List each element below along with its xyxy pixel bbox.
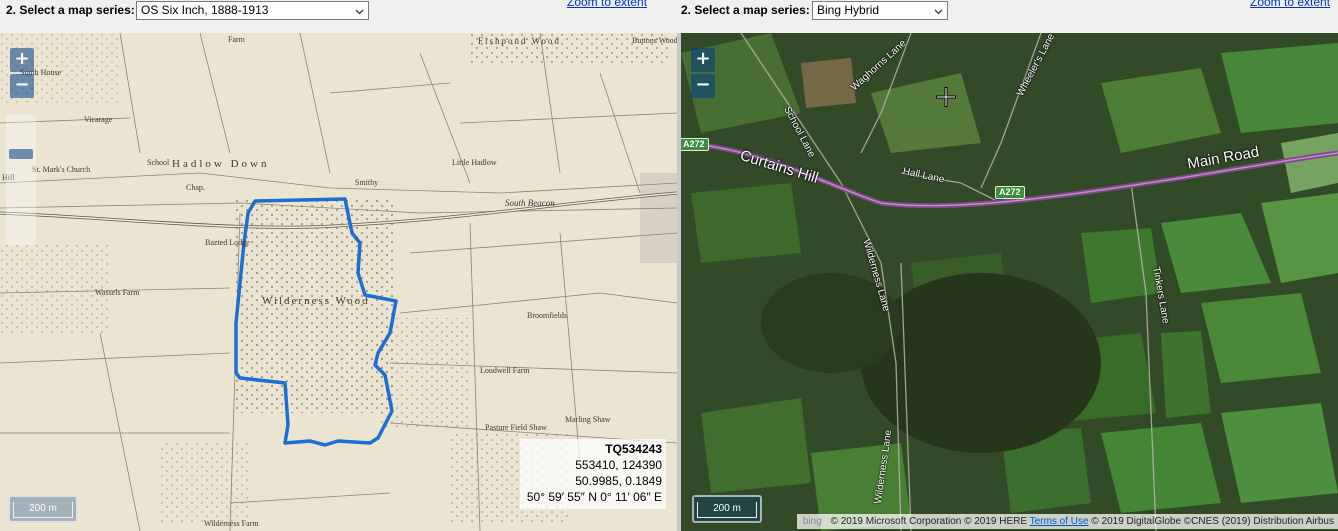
label-south-beacon: South Beacon (505, 198, 555, 208)
label-vicarage: Vicarage (84, 115, 113, 124)
coordinate-readout: TQ534243 553410, 124390 50.9985, 0.1849 … (520, 439, 666, 509)
bing-logo: bing (802, 516, 822, 527)
label-school: School (147, 158, 170, 167)
label-st-marks: St. Mark's Church (32, 165, 91, 174)
label-chap: Chap. (186, 183, 205, 192)
map-series-select[interactable]: Bing Hybrid (812, 1, 948, 20)
zoom-control: + − (691, 48, 715, 100)
historic-map-viewer[interactable]: South House Farm Fishpond Wood Buttons W… (0, 33, 677, 531)
road-shield-a272: A272 (681, 138, 709, 151)
zoom-slider[interactable] (6, 115, 36, 245)
label-broomfields: Broomfields (527, 311, 567, 320)
crosshair-cursor-icon (936, 87, 956, 107)
map-series-select[interactable]: OS Six Inch, 1888-1913 (136, 1, 369, 20)
label-buttons-wood: Buttons Wood (632, 36, 677, 45)
chevron-down-icon (355, 9, 364, 15)
label-fishpond-wood: Fishpond Wood (478, 36, 561, 46)
zoom-in-button[interactable]: + (10, 48, 34, 72)
easting-northing: 553410, 124390 (575, 458, 662, 472)
scale-label: 200 m (697, 502, 757, 518)
label-bazted-lodge: Bazted Lodge (205, 238, 250, 247)
label-wilderness-farm: Wilderness Farm (204, 519, 259, 528)
label-smithy: Smithy (355, 178, 379, 187)
label-pasture-field-shaw: Pasture Field Shaw (485, 423, 547, 432)
left-toolbar: 2. Select a map series: OS Six Inch, 188… (0, 0, 679, 33)
label-wassels-farm: Wassels Farm (95, 288, 140, 297)
scale-bar: 200 m (8, 495, 78, 523)
zoom-to-extent-link[interactable]: Zoom to extent (567, 0, 647, 9)
attribution-text: © 2019 DigitalGlobe ©CNES (2019) Distrib… (1091, 516, 1334, 527)
aerial-map-image (681, 33, 1338, 531)
road-shield-a272: A272 (995, 186, 1025, 199)
series-label: 2. Select a map series: (681, 3, 810, 17)
label-wilderness-wood: Wilderness Wood (262, 295, 370, 307)
attribution-text: © 2019 Microsoft Corporation © 2019 HERE (830, 516, 1028, 527)
grid-reference: TQ534243 (605, 442, 662, 456)
label-loudwell-farm: Loudwell Farm (480, 366, 530, 375)
label-hadlow-down: Hadlow Down (172, 158, 270, 170)
zoom-out-button[interactable]: − (10, 74, 34, 98)
zoom-to-extent-link[interactable]: Zoom to extent (1250, 0, 1330, 9)
scale-label: 200 m (13, 502, 73, 518)
map-attribution: bing © 2019 Microsoft Corporation © 2019… (796, 514, 1338, 529)
zoom-slider-thumb[interactable] (9, 149, 33, 159)
label-farm: Farm (228, 35, 245, 44)
scale-bar: 200 m (692, 495, 762, 523)
terms-of-use-link[interactable]: Terms of Use (1030, 516, 1089, 527)
label-marling-shaw: Marling Shaw (565, 415, 611, 424)
zoom-in-button[interactable]: + (691, 48, 715, 72)
label-little-hadlow: Little Hadlow (452, 158, 497, 167)
zoom-control: + − (10, 48, 34, 100)
select-value: Bing Hybrid (817, 3, 880, 17)
zoom-out-button[interactable]: − (691, 74, 715, 98)
right-toolbar: 2. Select a map series: Bing Hybrid Zoom… (679, 0, 1338, 33)
lat-lon-decimal: 50.9985, 0.1849 (575, 474, 662, 488)
aerial-map-viewer[interactable]: Curtains Hill Main Road School Lane Hall… (681, 33, 1338, 531)
chevron-down-icon (934, 9, 943, 15)
lat-lon-dms: 50° 59′ 55″ N 0° 11′ 06″ E (526, 490, 662, 504)
select-value: OS Six Inch, 1888-1913 (141, 3, 269, 17)
series-label: 2. Select a map series: (6, 3, 135, 17)
